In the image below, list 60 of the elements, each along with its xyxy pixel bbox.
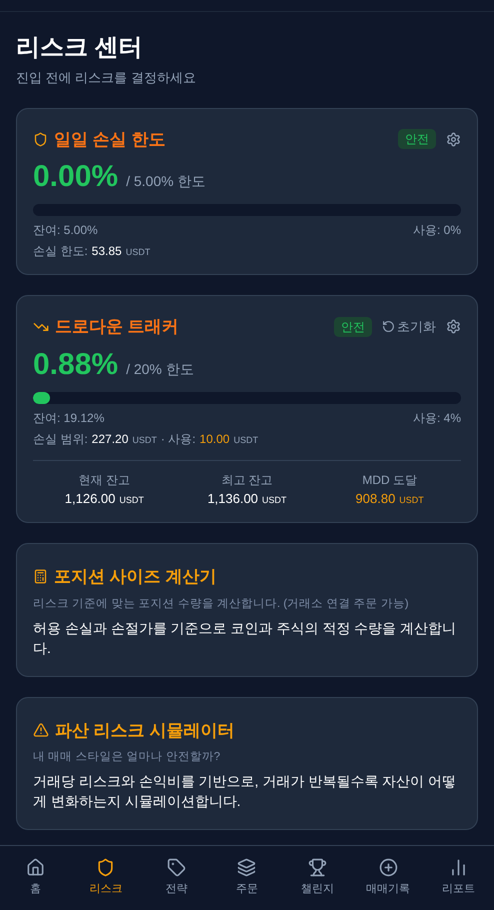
detail-value: 227.20 <box>92 430 128 448</box>
nav-tab[interactable]: 챌린지 <box>282 858 353 898</box>
reset-button[interactable]: 초기화 <box>382 317 436 336</box>
shield-icon <box>33 132 48 147</box>
stat-value: 908.80 <box>356 490 396 508</box>
tool-card[interactable]: 파산 리스크 시뮬레이터 내 매매 스타일은 얼마나 안전할까? 거래당 리스크와 손익비를 기반으로, 거래가 반복될수록 자산이 어떻게 변화하는지 시뮬레이션합니다. <box>16 696 478 830</box>
plus-circle-icon <box>378 858 398 878</box>
status-badge: 안전 <box>398 129 436 150</box>
tool-card[interactable]: 포지션 사이즈 계산기 리스크 기준에 맞는 포지션 수량을 계산합니다. (거래소 연결 주문 가능) 허용 손실과 손절가를 기준으로 코인과 주식의 적정 수량을 계산합니다. <box>16 543 478 676</box>
page-subtitle: 진입 전에 리스크를 결정하세요 <box>16 69 197 87</box>
stat-value: 1,126.00 <box>64 490 116 508</box>
settings-icon[interactable] <box>446 319 461 334</box>
nav-tab[interactable]: 주문 <box>212 858 282 898</box>
unit-label: USDT <box>399 494 424 506</box>
settings-icon[interactable] <box>446 132 461 147</box>
calculator-icon <box>33 569 48 584</box>
card-description: 허용 손실과 손절가를 기준으로 코인과 주식의 적정 수량을 계산합니다. <box>33 618 458 658</box>
card-description: 거래당 리스크와 손익비를 기반으로, 거래가 반복될수록 자산이 어떻게 변화하는지 시뮬레이션합니다. <box>33 772 458 811</box>
unit-label: USDT <box>262 494 287 506</box>
nav-tab[interactable]: 리포트 <box>423 858 494 898</box>
nav-tab[interactable]: 리스크 <box>70 858 142 898</box>
limit-label: / 5.00% 한도 <box>126 172 206 191</box>
trophy-icon <box>308 858 328 878</box>
nav-tab[interactable]: 전략 <box>141 858 212 898</box>
percent-value: 0.00% <box>33 160 118 194</box>
layers-icon <box>237 858 256 878</box>
unit-label: USDT <box>119 494 144 506</box>
detail-value: 10.00 <box>200 430 230 448</box>
card-title: 파산 리스크 시뮬레이터 <box>55 720 234 742</box>
status-badge: 안전 <box>334 316 372 337</box>
percent-value: 0.88% <box>33 348 118 382</box>
detail-label: · 사용: <box>160 430 196 448</box>
card-title: 드로다운 트래커 <box>55 316 179 338</box>
home-icon <box>26 858 45 878</box>
card-title: 포지션 사이즈 계산기 <box>54 566 216 588</box>
usage-text: 사용: 4% <box>412 410 461 426</box>
detail-label: 손실 한도: <box>33 243 88 260</box>
stat-label: 현재 잔고 <box>78 472 130 488</box>
card-subtitle: 내 매매 스타일은 얼마나 안전할까? <box>33 750 222 765</box>
detail-value: 53.85 <box>92 243 122 260</box>
remaining-text: 잔여: 5.00% <box>33 222 98 238</box>
unit-label: USDT <box>126 246 150 259</box>
tag-icon <box>166 858 186 878</box>
card-subtitle: 리스크 기준에 맞는 포지션 수량을 계산합니다. (거래소 연결 주문 가능) <box>33 596 410 612</box>
nav-tab[interactable]: 홈 <box>0 858 71 898</box>
nav-tab[interactable]: 매매기록 <box>352 858 424 898</box>
usage-text: 사용: 0% <box>412 222 461 238</box>
reset-icon <box>382 320 395 334</box>
remaining-text: 잔여: 19.12% <box>33 410 104 426</box>
stat-label: 최고 잔고 <box>221 472 273 488</box>
page-title: 리스크 센터 <box>16 33 144 63</box>
shield-icon <box>96 858 116 878</box>
limit-label: / 20% 한도 <box>126 360 194 378</box>
unit-label: USDT <box>132 434 157 446</box>
stat-value: 1,136.00 <box>207 490 258 508</box>
stat-label: MDD 도달 <box>362 472 417 488</box>
card-title: 일일 손실 한도 <box>54 128 166 150</box>
unit-label: USDT <box>234 434 258 446</box>
detail-label: 손실 범위: <box>33 430 88 448</box>
warning-icon <box>33 722 49 738</box>
